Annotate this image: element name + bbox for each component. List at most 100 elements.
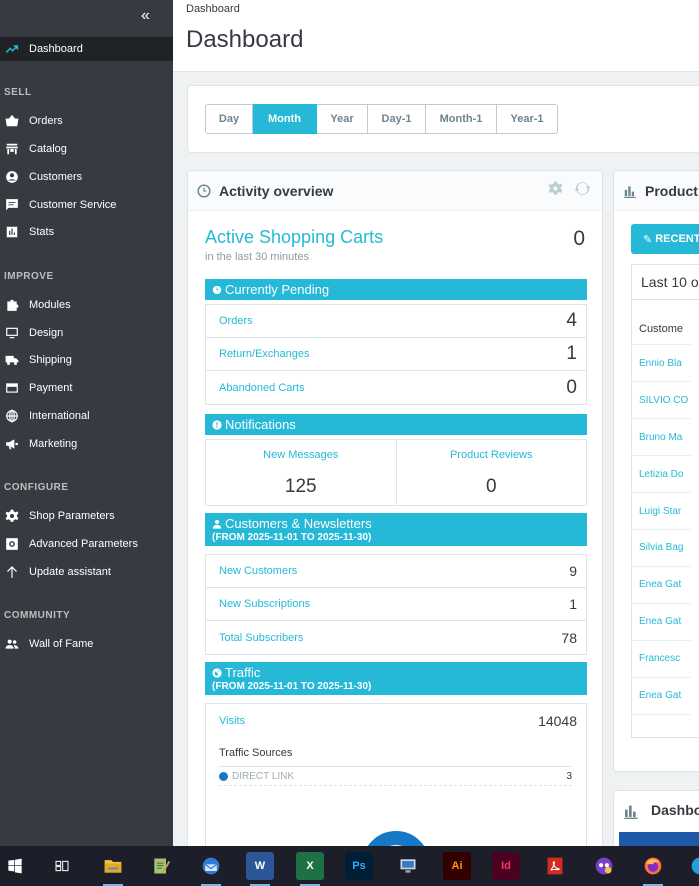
table-row[interactable]: Enea Gat xyxy=(639,690,699,701)
notification-label[interactable]: New Messages xyxy=(206,449,396,461)
period-month-1-button[interactable]: Month-1 xyxy=(426,104,497,134)
excel-icon[interactable]: X xyxy=(296,852,324,886)
traffic-section-title: Traffic xyxy=(225,665,261,680)
recent-orders-tab[interactable]: ✎ RECENT xyxy=(631,224,699,254)
sidebar-item-dashboard[interactable]: Dashboard xyxy=(0,37,173,61)
section-configure: CONFIGURE xyxy=(4,482,69,493)
store-icon xyxy=(5,142,19,156)
configure-gear-icon[interactable] xyxy=(548,181,563,201)
sidebar-item-shipping[interactable]: Shipping xyxy=(0,348,173,372)
divider xyxy=(631,418,691,419)
divider xyxy=(631,677,691,678)
task-view-icon[interactable] xyxy=(48,852,76,880)
active-carts-title[interactable]: Active Shopping Carts xyxy=(205,227,383,248)
customer-column-header: Custome xyxy=(639,323,684,335)
sidebar-item-catalog[interactable]: Catalog xyxy=(0,137,173,161)
row-label[interactable]: Return/Exchanges xyxy=(219,348,310,360)
word-icon[interactable]: W xyxy=(246,852,274,886)
globe-icon xyxy=(212,666,222,678)
row-label[interactable]: Visits xyxy=(219,715,245,727)
sidebar-item-orders[interactable]: Orders xyxy=(0,109,173,133)
sidebar-item-customer-service[interactable]: Customer Service xyxy=(0,193,173,217)
app-icon[interactable] xyxy=(590,852,618,880)
desktop-icon xyxy=(5,326,19,340)
table-row[interactable]: Enea Gat xyxy=(639,616,699,627)
file-explorer-icon[interactable] xyxy=(99,852,127,886)
row-label[interactable]: Orders xyxy=(219,315,253,327)
sidebar-item-modules[interactable]: Modules xyxy=(0,293,173,317)
sidebar-item-customers[interactable]: Customers xyxy=(0,165,173,189)
thunderbird-icon[interactable] xyxy=(197,852,225,886)
firefox-icon[interactable] xyxy=(639,852,667,886)
traffic-row-visits: Visits 14048 xyxy=(206,704,586,737)
sidebar-item-advanced-parameters[interactable]: Advanced Parameters xyxy=(0,532,173,556)
basket-icon xyxy=(5,114,19,128)
notifications-grid: New Messages 125 Product Reviews 0 xyxy=(205,439,587,506)
clock-icon xyxy=(212,283,222,295)
notification-new-messages: New Messages 125 xyxy=(206,440,397,505)
breadcrumb[interactable]: Dashboard xyxy=(186,3,240,15)
sidebar-item-label: Payment xyxy=(29,382,73,394)
period-day-button[interactable]: Day xyxy=(205,104,253,134)
table-row[interactable]: Ennio Bla xyxy=(639,358,699,369)
collapse-sidebar-icon[interactable]: « xyxy=(141,7,150,25)
table-row[interactable]: Francesc xyxy=(639,653,699,664)
notepad-icon[interactable] xyxy=(147,852,175,880)
illustrator-label: Ai xyxy=(451,860,463,872)
period-year-1-button[interactable]: Year-1 xyxy=(497,104,558,134)
legend-dot xyxy=(219,772,228,781)
pending-list: Orders 4 Return/Exchanges 1 Abandoned Cart… xyxy=(205,304,587,405)
sidebar-item-label: Stats xyxy=(29,226,55,238)
row-value: 14048 xyxy=(538,712,577,729)
period-panel: Day Month Year Day-1 Month-1 Year-1 xyxy=(187,85,699,153)
illustrator-icon[interactable]: Ai xyxy=(443,852,471,880)
sidebar-item-design[interactable]: Design xyxy=(0,321,173,345)
sidebar-item-label: Shipping xyxy=(29,354,72,366)
acrobat-icon[interactable] xyxy=(541,852,569,880)
table-row[interactable]: Luigi Star xyxy=(639,506,699,517)
sidebar-item-label: Dashboard xyxy=(29,43,83,55)
bar-chart-icon xyxy=(5,225,19,239)
row-label[interactable]: New Customers xyxy=(219,565,297,577)
divider xyxy=(631,603,691,604)
section-community: COMMUNITY xyxy=(4,610,71,621)
row-value: 1 xyxy=(566,343,577,364)
table-row[interactable]: Enea Gat xyxy=(639,579,699,590)
table-row[interactable]: Letizia Do xyxy=(639,469,699,480)
credit-card-icon xyxy=(5,381,19,395)
sidebar-item-payment[interactable]: Payment xyxy=(0,376,173,400)
photoshop-label: Ps xyxy=(352,860,366,872)
row-label[interactable]: New Subscriptions xyxy=(219,598,310,610)
network-icon[interactable] xyxy=(394,852,422,880)
windows-taskbar: W X Ps Ai Id xyxy=(0,846,699,886)
period-year-button[interactable]: Year xyxy=(317,104,368,134)
sidebar-item-label: Orders xyxy=(29,115,63,127)
row-label[interactable]: Abandoned Carts xyxy=(219,382,305,394)
customers-list: New Customers 9 New Subscriptions 1 Total … xyxy=(205,554,587,655)
sidebar-item-international[interactable]: International xyxy=(0,404,173,428)
photoshop-icon[interactable]: Ps xyxy=(345,852,373,880)
edge-icon[interactable] xyxy=(686,852,699,880)
period-day-1-button[interactable]: Day-1 xyxy=(368,104,426,134)
sidebar-item-wall-of-fame[interactable]: Wall of Fame xyxy=(0,632,173,656)
sidebar-item-shop-parameters[interactable]: Shop Parameters xyxy=(0,504,173,528)
pending-section-title: Currently Pending xyxy=(225,282,330,297)
start-icon[interactable] xyxy=(1,852,29,880)
globe-icon xyxy=(5,409,19,423)
period-month-button[interactable]: Month xyxy=(253,104,317,134)
last-orders-title: Last 10 o xyxy=(641,274,699,290)
table-row[interactable]: SILVIO CO xyxy=(639,395,699,406)
table-row[interactable]: Bruno Ma xyxy=(639,432,699,443)
sidebar-item-label: Advanced Parameters xyxy=(29,538,138,550)
refresh-icon[interactable] xyxy=(574,181,591,201)
sidebar-item-update-assistant[interactable]: Update assistant xyxy=(0,560,173,584)
row-label[interactable]: Total Subscribers xyxy=(219,632,303,644)
sidebar-item-stats[interactable]: Stats xyxy=(0,220,173,244)
trending-up-icon xyxy=(5,42,19,56)
sidebar-item-marketing[interactable]: Marketing xyxy=(0,432,173,456)
notification-value: 0 xyxy=(485,476,497,497)
indesign-icon[interactable]: Id xyxy=(492,852,520,880)
active-carts-value: 0 xyxy=(573,227,585,250)
table-row[interactable]: Silvia Bag xyxy=(639,542,699,553)
notification-label[interactable]: Product Reviews xyxy=(397,449,587,461)
